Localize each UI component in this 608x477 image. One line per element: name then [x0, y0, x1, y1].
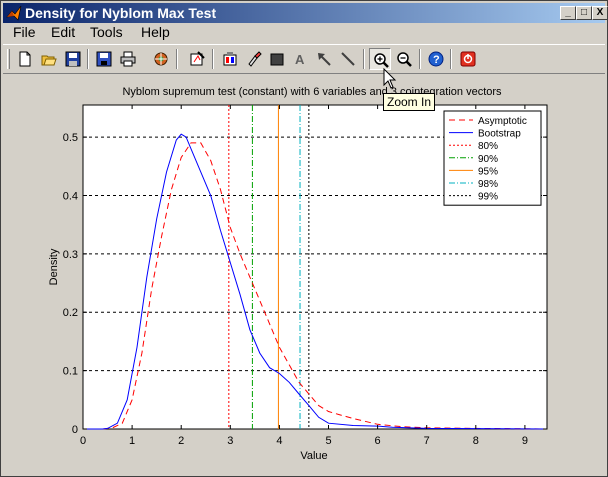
y-tick-label: 0.3 — [63, 249, 78, 261]
print-button[interactable] — [117, 48, 139, 70]
rectangle-icon — [270, 53, 284, 66]
toolbar-separator — [450, 49, 452, 69]
arrow-icon — [318, 53, 331, 66]
minimize-button[interactable]: _ — [560, 6, 576, 20]
save-disk-button[interactable] — [93, 48, 115, 70]
menu-bar: File Edit Tools Help — [3, 23, 605, 42]
chart-title: Nyblom supremum test (constant) with 6 v… — [122, 86, 502, 98]
open-file-button[interactable] — [38, 48, 60, 70]
text-tool-button[interactable]: A — [289, 48, 311, 70]
x-tick-label: 9 — [522, 435, 528, 447]
mouse-cursor-icon — [383, 68, 397, 89]
new-figure-icon — [19, 51, 31, 67]
y-tick-label: 0.5 — [63, 132, 78, 144]
legend-label: 80% — [478, 141, 498, 152]
legend-label: 98% — [478, 179, 498, 190]
zoom-out-icon — [397, 52, 412, 67]
legend-label: 90% — [478, 154, 498, 165]
open-file-icon — [41, 55, 57, 66]
x-tick-label: 1 — [129, 435, 135, 447]
window-title: Density for Nyblom Max Test — [25, 5, 217, 21]
insert-colorbar-button[interactable] — [219, 48, 241, 70]
print-icon — [120, 51, 136, 67]
y-tick-label: 0.1 — [63, 366, 78, 378]
x-tick-label: 3 — [227, 435, 233, 447]
plot-area: Nyblom supremum test (constant) with 6 v… — [48, 86, 548, 462]
menu-edit[interactable]: Edit — [51, 23, 75, 42]
x-tick-label: 6 — [375, 435, 381, 447]
close-icon: X — [596, 7, 604, 18]
plot-tools-button[interactable] — [150, 48, 172, 70]
y-tick-label: 0.4 — [63, 190, 78, 202]
maximize-icon: □ — [580, 7, 588, 18]
x-tick-label: 2 — [178, 435, 184, 447]
y-axis-label: Density — [48, 248, 60, 285]
toolbar-separator — [212, 49, 214, 69]
legend-label: 95% — [478, 166, 498, 177]
rectangle-button[interactable] — [266, 48, 288, 70]
zoom-in-icon — [374, 53, 389, 68]
x-tick-label: 8 — [473, 435, 479, 447]
brush-button[interactable] — [243, 48, 265, 70]
zoom-in-button[interactable] — [369, 48, 391, 70]
save-button[interactable] — [62, 48, 84, 70]
new-figure-button[interactable] — [14, 48, 36, 70]
arrow-button[interactable] — [313, 48, 335, 70]
edit-plot-icon — [190, 51, 205, 66]
x-axis-label: Value — [300, 450, 327, 462]
menu-help[interactable]: Help — [141, 23, 170, 42]
x-tick-label: 0 — [80, 435, 86, 447]
toolbar-separator — [176, 49, 178, 69]
save-icon — [65, 51, 81, 67]
menu-tools[interactable]: Tools — [90, 23, 123, 42]
brush-icon — [248, 51, 262, 67]
line-icon — [341, 52, 355, 66]
insert-colorbar-icon — [223, 52, 237, 66]
matlab-app-icon — [6, 5, 22, 21]
help-icon: ? — [428, 51, 444, 67]
close-button[interactable]: X — [592, 6, 608, 20]
y-tick-label: 0 — [72, 424, 78, 436]
help-button[interactable]: ? — [425, 48, 447, 70]
save-disk-icon — [96, 51, 112, 67]
minimize-icon: _ — [565, 7, 571, 18]
menu-file[interactable]: File — [13, 23, 36, 42]
text-a-icon: A — [295, 52, 305, 67]
y-tick-label: 0.2 — [63, 307, 78, 319]
legend-label: Bootstrap — [478, 129, 521, 140]
figure-window: Density for Nyblom Max Test _ □ X File E… — [0, 0, 608, 477]
figure-toolbar: A ? — [3, 44, 605, 74]
toolbar-separator — [363, 49, 365, 69]
zoom-out-button[interactable] — [393, 48, 415, 70]
stop-button[interactable] — [457, 48, 479, 70]
toolbar-separator — [87, 49, 89, 69]
title-bar[interactable]: Density for Nyblom Max Test _ □ X — [3, 3, 608, 23]
line-button[interactable] — [337, 48, 359, 70]
maximize-button[interactable]: □ — [576, 6, 592, 20]
legend[interactable]: Asymptotic Bootstrap80% 90%95% 98% 99% — [443, 110, 542, 206]
legend-label: Asymptotic — [478, 116, 527, 127]
text-a-glyph: A — [295, 52, 305, 67]
edit-plot-button[interactable] — [186, 48, 208, 70]
svg-text:?: ? — [433, 54, 440, 66]
x-tick-label: 4 — [276, 435, 282, 447]
toolbar-separator — [419, 49, 421, 69]
legend-label: 99% — [478, 192, 498, 203]
toolbar-grip[interactable] — [7, 49, 10, 69]
zoom-in-tooltip: Zoom In — [383, 93, 436, 111]
plot-tools-icon — [154, 52, 168, 66]
x-tick-label: 5 — [325, 435, 331, 447]
x-tick-label: 7 — [424, 435, 430, 447]
stop-icon — [460, 51, 476, 67]
